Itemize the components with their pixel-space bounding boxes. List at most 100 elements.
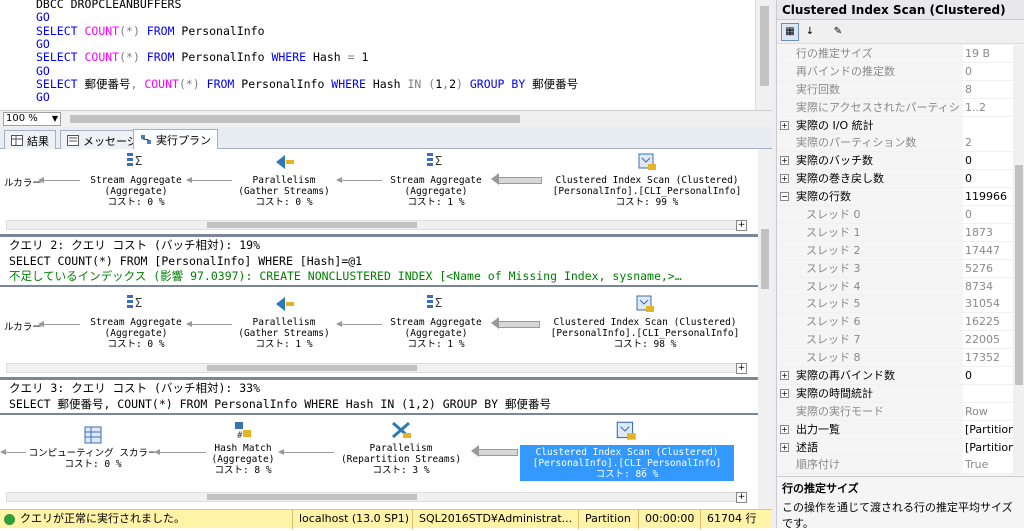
code-line[interactable]: GO (36, 64, 50, 78)
property-row[interactable]: スレッド 4 8734 (777, 277, 1024, 296)
property-row[interactable]: + 実際の時間統計 (777, 384, 1024, 403)
code-line[interactable]: SELECT COUNT(*) FROM PersonalInfo WHERE … (36, 51, 368, 64)
categorized-button[interactable]: ▦ (781, 23, 799, 41)
code-line[interactable]: GO (36, 91, 50, 104)
scroll-thumb[interactable] (207, 365, 417, 371)
stream-aggregate-icon: Σ (127, 295, 142, 310)
expand-plus-button[interactable]: + (736, 220, 747, 231)
property-row[interactable]: 実際のパーティション数 2 (777, 134, 1024, 153)
expand-icon[interactable]: + (780, 156, 789, 166)
plan-op-parallelism[interactable]: Parallelism (Gather Streams) コスト: 0 % (234, 151, 334, 208)
property-row[interactable]: スレッド 2 17447 (777, 241, 1024, 260)
status-database: Partition (578, 510, 638, 529)
plan-op-scalar[interactable]: ルカラー (4, 322, 42, 333)
property-row[interactable]: + 実際の巻き戻し数 0 (777, 170, 1024, 189)
code-line[interactable]: SELECT COUNT(*) FROM PersonalInfo (36, 24, 265, 38)
plan-op-parallelism[interactable]: Parallelism (Gather Streams) コスト: 1 % (234, 293, 334, 350)
expand-icon[interactable]: + (780, 174, 789, 184)
code-token: , (130, 76, 145, 91)
plan-op-clustered-index-scan-selected[interactable]: Clustered Index Scan (Clustered) [Persona… (520, 445, 734, 481)
op-cost: コスト: 86 % (595, 469, 659, 480)
property-row[interactable]: 行の推定サイズ 19 B (777, 45, 1024, 63)
properties-scrollbar[interactable] (1013, 45, 1024, 475)
zoom-select[interactable]: 100 % ▼ (3, 112, 61, 126)
scroll-thumb[interactable] (760, 6, 769, 86)
property-row[interactable]: + 出力一覧 [Partition (777, 420, 1024, 439)
code-token: WHERE (331, 76, 373, 91)
property-row[interactable]: 実行回数 8 (777, 80, 1024, 99)
op-cost: コスト: 8 % (214, 465, 272, 476)
alphabetical-button[interactable]: ↓ (801, 23, 819, 41)
property-row[interactable]: + 実際の I/O 統計 (777, 116, 1024, 135)
expand-icon[interactable]: + (780, 371, 789, 381)
execution-plan-pane[interactable]: ルカラー Σ Stream Aggregate (Aggregate) コスト: 0… (0, 149, 758, 509)
plan-op-stream-aggregate[interactable]: Σ Stream Aggregate (Aggregate) コスト: 0 % (82, 293, 190, 350)
property-row[interactable]: + 実際のバッチ数 0 (777, 152, 1024, 171)
plan-op-clustered-index-scan[interactable]: Clustered Index Scan (Clustered) [Persona… (544, 293, 746, 350)
code-line[interactable]: GO (36, 37, 50, 51)
property-row[interactable]: スレッド 5 31054 (777, 295, 1024, 314)
plan-horizontal-scrollbar[interactable] (6, 363, 738, 373)
horizontal-scroll-thumb[interactable] (70, 115, 520, 123)
plan-op-scalar[interactable]: ルカラー (4, 178, 42, 189)
plan-op-stream-aggregate[interactable]: Σ Stream Aggregate (Aggregate) コスト: 1 % (384, 293, 488, 350)
code-token: FROM (206, 76, 242, 91)
plan-arrow (278, 449, 334, 455)
property-row[interactable]: スレッド 1 1873 (777, 223, 1024, 242)
property-row[interactable]: スレッド 3 5276 (777, 259, 1024, 278)
property-row[interactable]: − 実際の行数 119966 (777, 188, 1024, 207)
code-line[interactable]: GO (36, 11, 50, 24)
property-row[interactable]: スレッド 8 17352 (777, 349, 1024, 368)
property-pages-button[interactable]: ✎ (829, 23, 847, 41)
property-row[interactable]: + 述語 [Partition (777, 438, 1024, 457)
property-row[interactable]: 実際の実行モード Row (777, 402, 1024, 421)
scroll-thumb[interactable] (207, 222, 417, 228)
code-line[interactable]: DBCC DROPCLEANBUFFERS (36, 0, 181, 11)
property-row[interactable]: + 実際の再バインド数 0 (777, 367, 1024, 385)
hash-match-icon: # (235, 422, 251, 441)
properties-grid[interactable]: 行の推定サイズ 19 B 再バインドの推定数 0 実行回数 8 実際にアクセスされたパーティ… (777, 45, 1024, 475)
scroll-thumb[interactable] (207, 494, 417, 500)
editor-vertical-scrollbar[interactable] (755, 0, 772, 110)
expand-plus-button[interactable]: + (736, 492, 747, 503)
property-row[interactable]: スレッド 7 22005 (777, 331, 1024, 350)
property-name: 出力一覧 (796, 422, 840, 436)
code-token: WHERE (271, 50, 313, 65)
expand-plus-button[interactable]: + (736, 363, 747, 374)
code-token: Hash (372, 76, 408, 91)
stream-aggregate-icon: Σ (127, 153, 142, 168)
expand-icon[interactable]: + (780, 442, 789, 452)
query2-header: クエリ 2: クエリ コスト (バッチ相対): 19% (9, 238, 261, 252)
results-tabs: 結果 メッセージ 実行プラン (0, 127, 772, 149)
property-row[interactable]: 順序付け True (777, 456, 1024, 475)
plan-op-stream-aggregate[interactable]: Σ Stream Aggregate (Aggregate) コスト: 0 % (82, 151, 190, 208)
plan-op-parallelism[interactable]: Parallelism (Repartition Streams) コスト: 3 % (336, 419, 466, 476)
plan-horizontal-scrollbar[interactable] (6, 492, 738, 502)
expand-icon[interactable]: + (780, 424, 789, 434)
property-row[interactable]: スレッド 6 16225 (777, 313, 1024, 332)
property-name: スレッド 6 (806, 315, 861, 329)
plan-op-stream-aggregate[interactable]: Σ Stream Aggregate (Aggregate) コスト: 1 % (384, 151, 488, 208)
property-row[interactable]: スレッド 00 (777, 206, 1024, 224)
tab-execution-plan[interactable]: 実行プラン (133, 129, 218, 149)
property-row[interactable]: 再バインドの推定数 0 (777, 62, 1024, 81)
property-row[interactable]: 実際にアクセスされたパーティション1..2 (777, 98, 1024, 117)
expand-icon[interactable]: + (780, 120, 789, 130)
scroll-thumb[interactable] (761, 229, 769, 289)
tab-results[interactable]: 結果 (4, 130, 56, 149)
query2-missing-index[interactable]: 不足しているインデックス (影響 97.0397): CREATE NONCLU… (0, 270, 758, 283)
op-cost: コスト: 0 % (255, 197, 313, 208)
plan-arrow (186, 177, 232, 183)
plan-op-hash-match[interactable]: # Hash Match (Aggregate) コスト: 8 % (208, 419, 278, 476)
expand-icon[interactable]: + (780, 388, 789, 398)
plan-vertical-scrollbar[interactable] (758, 149, 772, 509)
collapse-icon[interactable]: − (780, 192, 789, 202)
op-cost: コスト: 0 % (64, 459, 122, 470)
plan-op-clustered-index-scan[interactable]: Clustered Index Scan (Clustered) [Persona… (546, 151, 748, 208)
plan-op-compute-scalar[interactable]: コンピューティング スカラー コスト: 0 % (28, 424, 158, 470)
tab-label: 結果 (27, 135, 49, 148)
sql-editor[interactable]: DBCC DROPCLEANBUFFERS GO SELECT COUNT(*) F… (0, 0, 755, 110)
code-line[interactable]: SELECT 郵便番号, COUNT(*) FROM PersonalInfo … (36, 76, 578, 91)
scroll-thumb[interactable] (1015, 165, 1023, 385)
plan-horizontal-scrollbar[interactable] (6, 220, 738, 230)
